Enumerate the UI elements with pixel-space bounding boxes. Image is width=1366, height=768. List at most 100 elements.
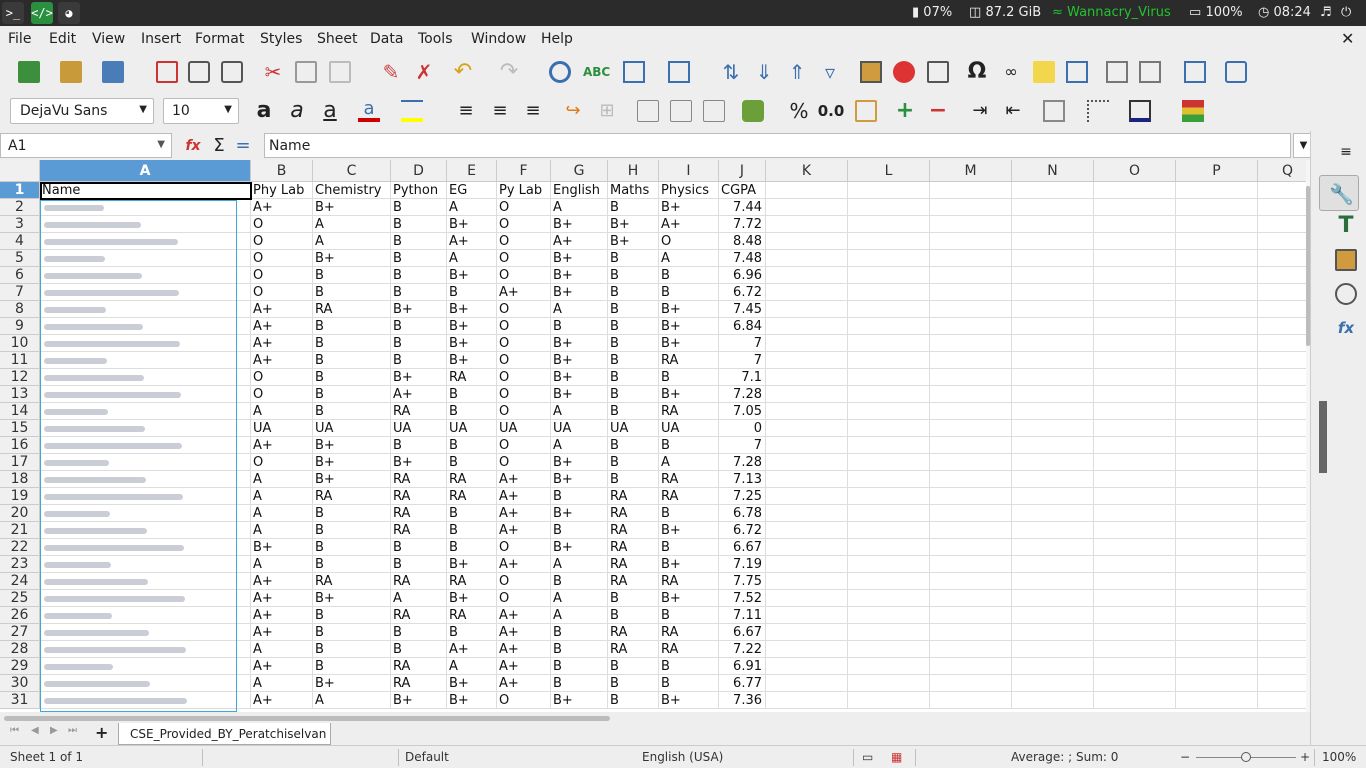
empty-cell[interactable] — [766, 641, 848, 658]
name-cell-redacted[interactable] — [40, 675, 251, 692]
grade-cell[interactable]: B+ — [447, 318, 497, 335]
empty-cell[interactable] — [1176, 624, 1258, 641]
grade-cell[interactable]: B+ — [447, 556, 497, 573]
empty-cell[interactable] — [1176, 437, 1258, 454]
grade-cell[interactable]: A — [391, 590, 447, 607]
empty-cell[interactable] — [930, 182, 1012, 199]
empty-cell[interactable] — [848, 556, 930, 573]
column-header[interactable]: B — [251, 160, 313, 182]
column-header[interactable]: F — [497, 160, 551, 182]
empty-cell[interactable] — [766, 284, 848, 301]
grade-cell[interactable]: A — [447, 199, 497, 216]
clone-formatting-icon[interactable]: ✎ — [380, 61, 402, 83]
header-cell[interactable]: English — [551, 182, 608, 199]
sidebar-collapse-handle[interactable] — [1319, 401, 1327, 473]
functions-icon[interactable]: fx — [1335, 317, 1357, 339]
empty-cell[interactable] — [848, 403, 930, 420]
grade-cell[interactable]: O — [497, 369, 551, 386]
empty-cell[interactable] — [766, 471, 848, 488]
grade-cell[interactable]: B — [313, 539, 391, 556]
grade-cell[interactable]: RA — [608, 573, 659, 590]
name-cell-redacted[interactable] — [40, 454, 251, 471]
cgpa-cell[interactable]: 7.48 — [719, 250, 766, 267]
grade-cell[interactable]: B+ — [551, 386, 608, 403]
empty-cell[interactable] — [766, 199, 848, 216]
menu-view[interactable]: View — [92, 31, 125, 47]
column-icon[interactable] — [668, 61, 690, 83]
empty-cell[interactable] — [1012, 454, 1094, 471]
grade-cell[interactable]: O — [497, 573, 551, 590]
grade-cell[interactable]: RA — [313, 488, 391, 505]
row-header[interactable]: 28 — [0, 641, 40, 658]
empty-cell[interactable] — [1094, 624, 1176, 641]
name-cell-redacted[interactable] — [40, 573, 251, 590]
highlight-color-icon[interactable] — [401, 100, 423, 122]
grade-cell[interactable]: B — [313, 624, 391, 641]
empty-cell[interactable] — [1176, 488, 1258, 505]
grade-cell[interactable]: B — [391, 216, 447, 233]
grade-cell[interactable]: B — [551, 573, 608, 590]
empty-cell[interactable] — [766, 437, 848, 454]
empty-cell[interactable] — [1176, 403, 1258, 420]
empty-cell[interactable] — [1094, 335, 1176, 352]
header-cell[interactable]: Chemistry — [313, 182, 391, 199]
clear-formatting-icon[interactable]: ✗ — [413, 61, 435, 83]
freeze-rows-columns-icon[interactable] — [1139, 61, 1161, 83]
empty-cell[interactable] — [930, 488, 1012, 505]
grade-cell[interactable]: B — [608, 607, 659, 624]
grade-cell[interactable]: B — [659, 267, 719, 284]
grade-cell[interactable]: RA — [608, 556, 659, 573]
grade-cell[interactable]: B — [608, 658, 659, 675]
grade-cell[interactable]: UA — [608, 420, 659, 437]
grade-cell[interactable]: B — [659, 675, 719, 692]
page-style[interactable]: Default — [405, 748, 449, 766]
terminal-icon[interactable]: >_ — [2, 2, 24, 24]
name-cell-redacted[interactable] — [40, 216, 251, 233]
grade-cell[interactable]: RA — [447, 607, 497, 624]
grade-cell[interactable]: B — [391, 556, 447, 573]
previous-sheet-icon[interactable]: ◀ — [31, 725, 39, 736]
grade-cell[interactable]: B+ — [551, 284, 608, 301]
cgpa-cell[interactable]: 7 — [719, 352, 766, 369]
grade-cell[interactable]: A — [659, 454, 719, 471]
header-cell[interactable]: CGPA — [719, 182, 766, 199]
header-cell[interactable]: Maths — [608, 182, 659, 199]
grade-cell[interactable]: A+ — [251, 335, 313, 352]
empty-cell[interactable] — [1258, 284, 1310, 301]
cut-icon[interactable]: ✂ — [262, 61, 284, 83]
empty-cell[interactable] — [930, 199, 1012, 216]
empty-cell[interactable] — [848, 573, 930, 590]
empty-cell[interactable] — [1094, 233, 1176, 250]
grade-cell[interactable]: RA — [659, 624, 719, 641]
empty-cell[interactable] — [848, 488, 930, 505]
border-style-icon[interactable] — [1087, 100, 1109, 122]
empty-cell[interactable] — [1012, 556, 1094, 573]
empty-cell[interactable] — [1176, 352, 1258, 369]
grade-cell[interactable]: B — [391, 437, 447, 454]
save-icon[interactable] — [102, 61, 124, 83]
empty-cell[interactable] — [1012, 318, 1094, 335]
grade-cell[interactable]: RA — [447, 369, 497, 386]
empty-cell[interactable] — [1176, 267, 1258, 284]
cgpa-cell[interactable]: 7.25 — [719, 488, 766, 505]
delete-decimal-icon[interactable]: − — [927, 100, 949, 122]
header-cell[interactable]: Python — [391, 182, 447, 199]
grade-cell[interactable]: UA — [447, 420, 497, 437]
grade-cell[interactable]: A — [251, 556, 313, 573]
grade-cell[interactable]: RA — [447, 488, 497, 505]
selection-summary[interactable]: Average: ; Sum: 0 — [1011, 748, 1118, 766]
grade-cell[interactable]: B+ — [659, 199, 719, 216]
grade-cell[interactable]: B+ — [313, 471, 391, 488]
cgpa-cell[interactable]: 7.13 — [719, 471, 766, 488]
name-cell-redacted[interactable] — [40, 692, 251, 709]
undo-icon[interactable]: ↶ — [452, 61, 474, 83]
grade-cell[interactable]: B — [313, 556, 391, 573]
grade-cell[interactable]: UA — [313, 420, 391, 437]
grade-cell[interactable]: O — [497, 386, 551, 403]
grade-cell[interactable]: B — [313, 352, 391, 369]
disk-indicator[interactable]: ◫ 87.2 GiB — [969, 4, 1041, 22]
grade-cell[interactable]: B — [608, 437, 659, 454]
row-header[interactable]: 14 — [0, 403, 40, 420]
empty-cell[interactable] — [1258, 352, 1310, 369]
grade-cell[interactable]: B — [391, 199, 447, 216]
